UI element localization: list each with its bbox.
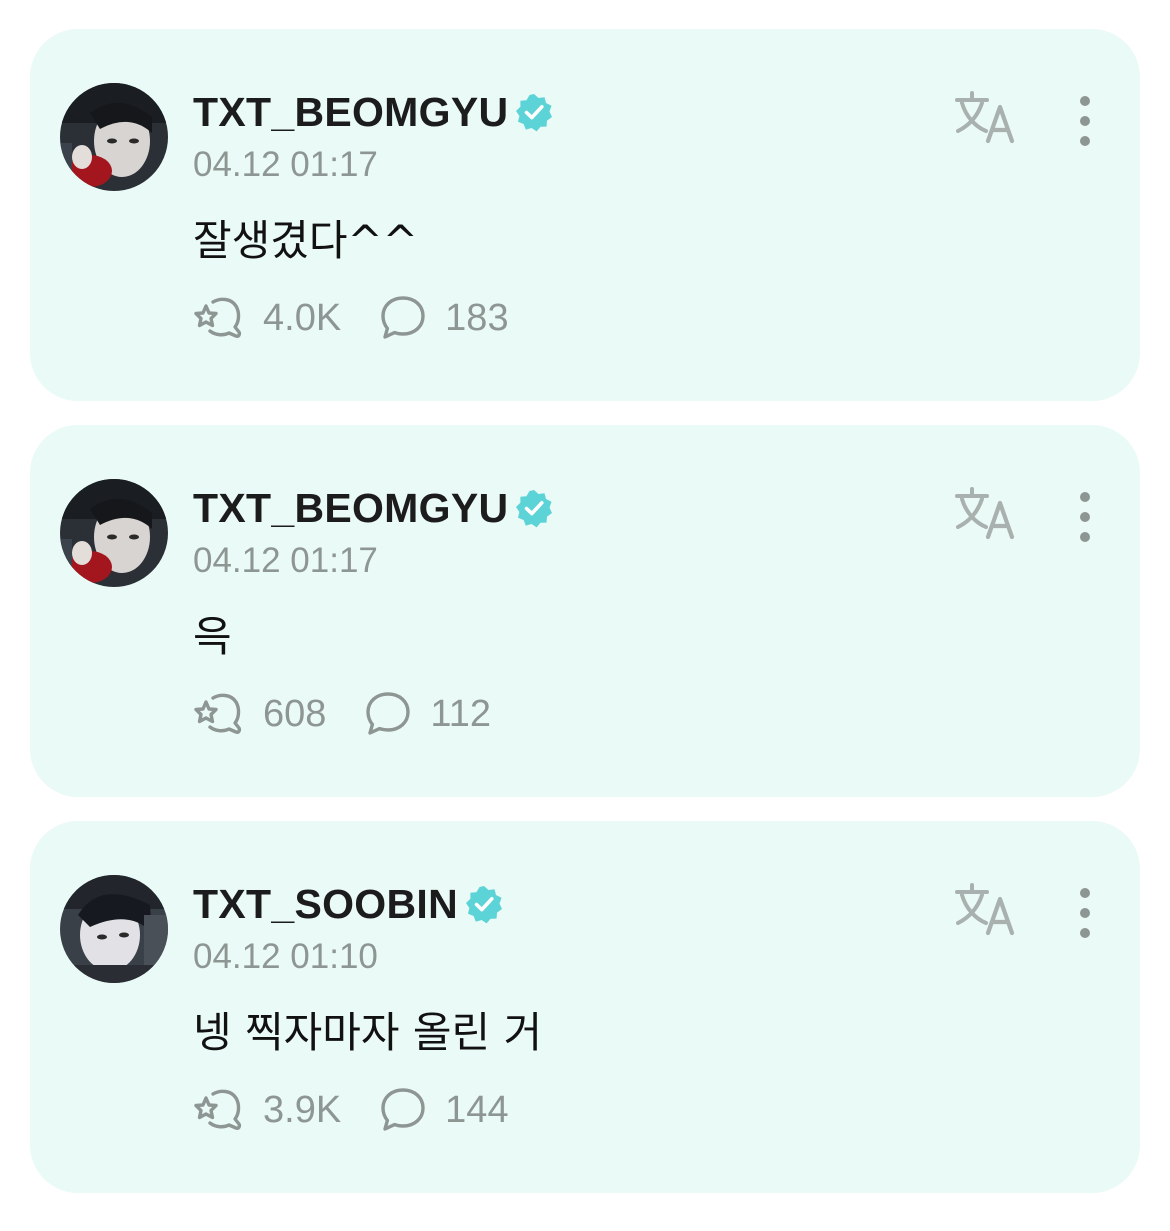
post-actions: 608 112 (193, 689, 529, 739)
author-name[interactable]: TXT_BEOMGYU (193, 89, 508, 136)
avatar[interactable] (60, 479, 168, 587)
like-button[interactable]: 608 (193, 690, 326, 738)
post-card[interactable]: TXT_BEOMGYU 04.12 01:17 잘생겼다^^ 4.0K 183 (30, 29, 1140, 401)
comment-count: 112 (430, 692, 491, 735)
timestamp: 04.12 01:17 (193, 145, 378, 184)
post-actions: 3.9K 144 (193, 1085, 547, 1135)
comment-button[interactable]: 144 (379, 1086, 509, 1134)
post-card[interactable]: TXT_BEOMGYU 04.12 01:17 윽 608 112 (30, 425, 1140, 797)
speech-bubble-icon (366, 692, 411, 735)
author-name[interactable]: TXT_SOOBIN (193, 881, 458, 928)
star-hand-icon (194, 1089, 242, 1130)
author-name[interactable]: TXT_BEOMGYU (193, 485, 508, 532)
verified-badge-icon (516, 490, 553, 528)
timestamp: 04.12 01:17 (193, 541, 378, 580)
post-text: 윽 (193, 612, 232, 661)
author-row: TXT_BEOMGYU (193, 87, 554, 137)
avatar-image (60, 875, 168, 983)
author-row: TXT_SOOBIN (193, 879, 504, 929)
post-actions: 4.0K 183 (193, 293, 547, 343)
post-text: 잘생겼다^^ (193, 216, 418, 265)
verified-badge-icon (465, 886, 502, 924)
avatar-image (60, 83, 168, 191)
avatar-image (60, 479, 168, 587)
star-hand-icon (194, 693, 242, 734)
like-button[interactable]: 4.0K (193, 294, 341, 342)
like-button[interactable]: 3.9K (193, 1086, 341, 1134)
post-card[interactable]: TXT_SOOBIN 04.12 01:10 넹 찍자마자 올린 거 3.9K … (30, 821, 1140, 1193)
avatar[interactable] (60, 83, 168, 191)
translate-icon[interactable] (954, 487, 1020, 543)
verified-badge-icon (516, 94, 553, 132)
post-text: 넹 찍자마자 올린 거 (193, 1008, 543, 1057)
timestamp: 04.12 01:10 (193, 937, 378, 976)
star-hand-icon (194, 297, 242, 338)
author-row: TXT_BEOMGYU (193, 483, 554, 533)
post-feed: TXT_BEOMGYU 04.12 01:17 잘생겼다^^ 4.0K 183 (30, 29, 1140, 1217)
more-vertical-icon[interactable] (1068, 885, 1102, 941)
comment-count: 183 (445, 296, 509, 339)
comment-button[interactable]: 183 (379, 294, 509, 342)
more-vertical-icon[interactable] (1068, 489, 1102, 545)
comment-button[interactable]: 112 (364, 690, 491, 738)
like-count: 4.0K (263, 296, 342, 339)
like-count: 608 (263, 692, 327, 735)
speech-bubble-icon (381, 1088, 425, 1131)
avatar[interactable] (60, 875, 168, 983)
more-vertical-icon[interactable] (1068, 93, 1102, 149)
translate-icon[interactable] (954, 883, 1020, 939)
translate-icon[interactable] (954, 91, 1020, 147)
speech-bubble-icon (381, 296, 425, 339)
like-count: 3.9K (263, 1088, 342, 1131)
comment-count: 144 (445, 1088, 509, 1131)
